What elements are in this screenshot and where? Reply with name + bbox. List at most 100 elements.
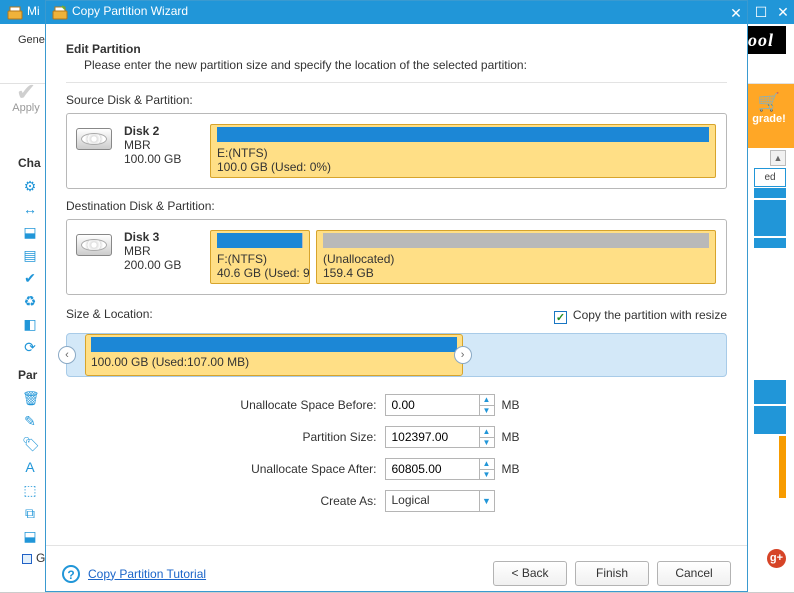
cancel-button[interactable]: Cancel [657, 561, 731, 586]
source-disk-meta: Disk 2 MBR 100.00 GB [124, 124, 198, 166]
size-location-label: Size & Location: [66, 307, 153, 321]
unit-label: MB [495, 462, 525, 476]
ubefore-spinner[interactable]: ▲▼ [480, 394, 495, 416]
create-as-select[interactable]: Logical ▼ [385, 490, 495, 512]
upgrade-chip[interactable]: 🛒 grade! [744, 84, 794, 148]
copy-resize-checkbox[interactable]: ✓Copy the partition with resize [554, 308, 727, 324]
apply-button[interactable]: ✔ Apply [6, 84, 46, 114]
dialog-titlebar[interactable]: Copy Partition Wizard ✕ [46, 1, 747, 24]
label-icon[interactable]: 🏷 [22, 436, 38, 459]
dest-disk-size: 200.00 GB [124, 258, 198, 272]
check-icon: ✓ [556, 311, 565, 324]
dest-disk-scheme: MBR [124, 244, 198, 258]
merge-icon[interactable]: ⬓ [22, 224, 38, 247]
cart-icon: 🛒 [744, 84, 794, 113]
psize-input[interactable] [385, 426, 480, 448]
edit-icon[interactable]: ✎ [22, 413, 38, 436]
parent-maximize-button[interactable]: ☐ [750, 0, 772, 24]
side-strip [754, 380, 786, 404]
legend-square [22, 554, 32, 564]
source-disk-size: 100.00 GB [124, 152, 198, 166]
ubefore-label: Unallocate Space Before: [209, 398, 385, 412]
side-strip [754, 406, 786, 434]
resize-partition-block[interactable]: 100.00 GB (Used:107.00 MB) [85, 334, 463, 376]
create-as-label: Create As: [209, 494, 385, 508]
side-ed-chip: ed [754, 168, 786, 187]
chevron-up-icon[interactable]: ▲ [480, 395, 494, 405]
chevron-down-icon[interactable]: ▼ [480, 437, 494, 448]
side-strip [754, 238, 786, 248]
source-part-size: 100.0 GB (Used: 0%) [217, 160, 709, 174]
parent-general-tab[interactable]: Gener [18, 34, 49, 46]
resize-partition-label: 100.00 GB (Used:107.00 MB) [91, 355, 457, 369]
chevron-down-icon[interactable]: ▼ [480, 405, 494, 416]
clone-icon[interactable]: ⧉ [22, 505, 38, 528]
uafter-spinner[interactable]: ▲▼ [480, 458, 495, 480]
section-changes: Cha [18, 156, 41, 170]
help-icon[interactable]: ? [62, 565, 80, 583]
apply-label: Apply [6, 102, 46, 114]
dest-unalloc-label: (Unallocated) [323, 252, 709, 266]
source-part-label: E:(NTFS) [217, 146, 709, 160]
disk-icon [76, 128, 112, 150]
create-as-value: Logical [385, 490, 480, 512]
source-disk-scheme: MBR [124, 138, 198, 152]
tutorial-link[interactable]: Copy Partition Tutorial [88, 567, 206, 581]
side-strip [754, 188, 786, 198]
dest-unallocated[interactable]: (Unallocated) 159.4 GB [316, 230, 716, 284]
wipe-icon[interactable]: ◧ [22, 316, 38, 339]
upgrade-label: grade! [744, 113, 794, 125]
letter-icon[interactable]: A [22, 459, 38, 482]
divider [66, 82, 727, 83]
chevron-down-icon[interactable]: ▼ [480, 490, 495, 512]
scroll-up-button[interactable]: ▲ [770, 150, 786, 166]
chevron-up-icon[interactable]: ▲ [480, 459, 494, 469]
psize-spinner[interactable]: ▲▼ [480, 426, 495, 448]
dest-partition-f[interactable]: F:(NTFS) 40.6 GB (Used: 99 [210, 230, 310, 284]
ubefore-input[interactable] [385, 394, 480, 416]
uafter-input[interactable] [385, 458, 480, 480]
section-partition: Par [18, 368, 37, 382]
psize-label: Partition Size: [209, 430, 385, 444]
dest-unalloc-size: 159.4 GB [323, 266, 709, 280]
chevron-down-icon[interactable]: ▼ [480, 469, 494, 480]
refresh-icon[interactable]: ⟳ [22, 339, 38, 362]
convert-icon[interactable]: ⬚ [22, 482, 38, 505]
dest-part1-label: F:(NTFS) [217, 252, 303, 266]
save-icon[interactable]: ⬓ [22, 528, 38, 551]
sliders-icon[interactable]: ⚙ [22, 178, 38, 201]
move-icon[interactable]: ↔ [22, 201, 38, 224]
trim-icon[interactable]: ▤ [22, 247, 38, 270]
check-icon[interactable]: ✔ [22, 270, 38, 293]
back-button[interactable]: < Back [493, 561, 567, 586]
resize-handle-right[interactable]: › [454, 346, 472, 364]
copy-partition-dialog: Copy Partition Wizard ✕ Edit Partition P… [45, 0, 748, 592]
recycle-icon[interactable]: ♻ [22, 293, 38, 316]
legend-letter: G [36, 551, 45, 565]
uafter-label: Unallocate Space After: [209, 462, 385, 476]
source-disk-name: Disk 2 [124, 124, 198, 138]
unit-label: MB [495, 398, 525, 412]
side-orange-strip [779, 436, 786, 498]
dialog-heading: Edit Partition [66, 42, 727, 56]
chevron-up-icon[interactable]: ▲ [480, 427, 494, 437]
source-partition-e[interactable]: E:(NTFS) 100.0 GB (Used: 0%) [210, 124, 716, 178]
delete-icon[interactable]: 🗑 [22, 390, 38, 413]
dest-label: Destination Disk & Partition: [66, 199, 727, 213]
parent-close-button[interactable]: ✕ [772, 0, 794, 24]
resize-handle-left[interactable]: ‹ [58, 346, 76, 364]
dialog-subtitle: Please enter the new partition size and … [84, 58, 727, 72]
source-label: Source Disk & Partition: [66, 93, 727, 107]
parent-title: Mi [27, 4, 40, 18]
side-strip [754, 200, 786, 236]
wizard-icon [52, 5, 68, 21]
dialog-footer: ? Copy Partition Tutorial < Back Finish … [46, 545, 747, 591]
dialog-close-button[interactable]: ✕ [725, 1, 747, 25]
dest-part1-size: 40.6 GB (Used: 99 [217, 266, 303, 280]
dest-disk-name: Disk 3 [124, 230, 198, 244]
side-icons-changes: ⚙ ↔ ⬓ ▤ ✔ ♻ ◧ ⟳ [22, 178, 38, 362]
finish-button[interactable]: Finish [575, 561, 649, 586]
resize-bar[interactable]: ‹ 100.00 GB (Used:107.00 MB) › [66, 333, 727, 377]
source-disk-row: Disk 2 MBR 100.00 GB E:(NTFS) 100.0 GB (… [66, 113, 727, 189]
gplus-icon[interactable]: g+ [767, 549, 786, 568]
